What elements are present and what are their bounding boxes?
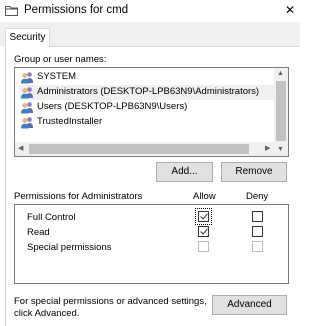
- advanced-note-line2: click Advanced.: [14, 308, 80, 319]
- user-name: TrustedInstaller: [37, 116, 103, 127]
- user-name: Administrators (DESKTOP-LPB63N9\Administ…: [37, 86, 260, 97]
- scroll-down-arrow-icon[interactable]: ▼: [277, 146, 284, 154]
- user-name: SYSTEM: [37, 71, 77, 82]
- close-button[interactable]: ✕: [282, 2, 298, 18]
- list-item-system[interactable]: SYSTEM: [19, 70, 274, 85]
- folder-icon: [5, 6, 18, 16]
- scroll-up-arrow-icon[interactable]: ▲: [277, 70, 284, 78]
- users-group-icon: [21, 117, 33, 129]
- list-item-users[interactable]: Users (DESKTOP-LPB63N9\Users): [19, 100, 274, 115]
- users-group-icon: [21, 102, 33, 114]
- user-list[interactable]: SYSTEM Administrators (DESKTOP-LPB63N9\A…: [14, 67, 289, 157]
- allow-full-control-checkbox[interactable]: [198, 211, 209, 222]
- permissions-header: Permissions for Administrators: [14, 191, 143, 202]
- user-name: Users (DESKTOP-LPB63N9\Users): [37, 101, 188, 112]
- allow-column-header: Allow: [193, 191, 216, 202]
- allow-read-checkbox[interactable]: [198, 226, 209, 237]
- list-item-administrators[interactable]: Administrators (DESKTOP-LPB63N9\Administ…: [19, 85, 274, 100]
- permission-name: Full Control: [27, 212, 76, 223]
- deny-special-permissions-checkbox: [252, 241, 263, 252]
- permissions-table: Full Control Read Special permissions: [14, 204, 289, 284]
- users-group-icon: [21, 72, 33, 84]
- advanced-button[interactable]: Advanced: [212, 295, 287, 315]
- permission-name: Read: [27, 227, 50, 238]
- scroll-right-arrow-icon[interactable]: ▶: [265, 145, 270, 153]
- deny-column-header: Deny: [246, 191, 269, 202]
- allow-special-permissions-checkbox: [198, 241, 209, 252]
- add-button[interactable]: Add...: [156, 162, 213, 182]
- remove-button[interactable]: Remove: [221, 162, 287, 182]
- list-item-trustedinstaller[interactable]: TrustedInstaller: [19, 115, 274, 130]
- scroll-left-arrow-icon[interactable]: ◀: [18, 145, 23, 153]
- window-title: Permissions for cmd: [24, 4, 129, 16]
- horizontal-scrollbar[interactable]: ◀ ▶: [15, 142, 276, 156]
- deny-full-control-checkbox[interactable]: [252, 211, 263, 222]
- permission-name: Special permissions: [27, 242, 112, 253]
- deny-read-checkbox[interactable]: [252, 226, 263, 237]
- users-group-icon: [21, 87, 33, 99]
- vertical-scrollbar[interactable]: ▲ ▼: [274, 68, 288, 156]
- group-names-label: Group or user names:: [14, 54, 107, 65]
- horizontal-scroll-thumb[interactable]: [29, 144, 249, 154]
- tab-security[interactable]: Security: [5, 28, 50, 47]
- vertical-scroll-thumb[interactable]: [276, 81, 286, 141]
- title-bar: Permissions for cmd ✕: [0, 0, 300, 22]
- advanced-note-line1: For special permissions or advanced sett…: [14, 296, 207, 307]
